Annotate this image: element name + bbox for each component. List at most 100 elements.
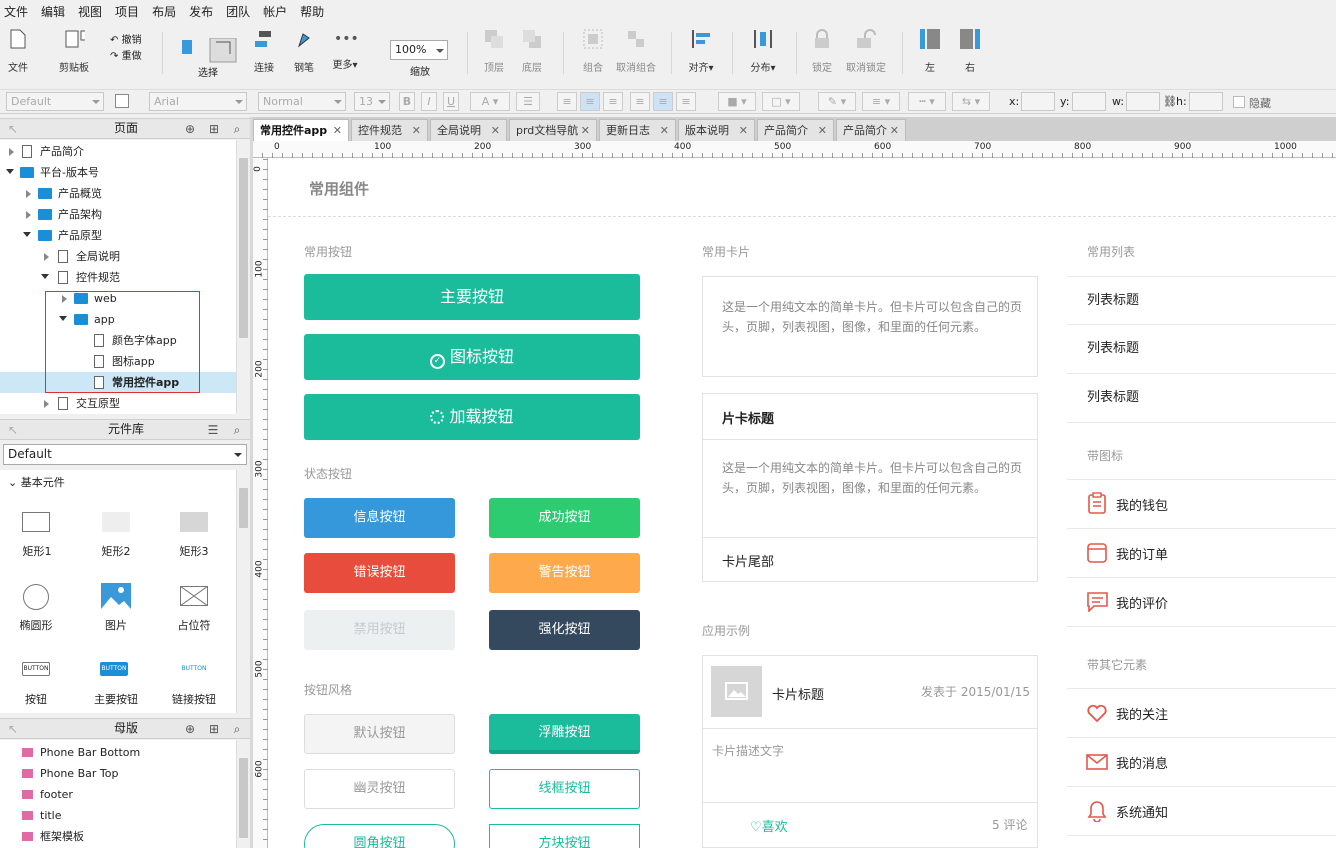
raised-button[interactable]: 浮雕按钮	[489, 714, 640, 754]
expand-icon[interactable]	[44, 400, 49, 408]
tree-item-prototype[interactable]: 产品原型	[0, 225, 236, 246]
undo-button[interactable]: ↶ 撤销	[110, 31, 142, 46]
list-item-notify[interactable]: 系统通知	[1067, 787, 1336, 836]
tree-item-interaction[interactable]: 交互原型	[0, 393, 236, 414]
menu-view[interactable]: 视图	[78, 3, 102, 20]
close-icon[interactable]: ✕	[739, 120, 748, 141]
shadow-button[interactable]: □ ▾	[762, 92, 800, 111]
library-select[interactable]: Default	[3, 444, 247, 465]
tree-item-product-intro[interactable]: 产品简介	[0, 141, 236, 162]
tab-product-intro-2[interactable]: 产品简介 ✕	[836, 119, 906, 141]
collapse-icon[interactable]: ↖	[6, 722, 20, 736]
tab-prd-nav[interactable]: prd文档导航 ✕	[509, 119, 597, 141]
tab-changelog[interactable]: 更新日志 ✕	[599, 119, 676, 141]
collapse-icon[interactable]	[23, 232, 31, 237]
collapse-icon[interactable]: ↖	[6, 423, 20, 437]
menu-edit[interactable]: 编辑	[41, 3, 65, 20]
pages-scrollbar[interactable]	[236, 140, 250, 414]
tab-common-controls[interactable]: 常用控件app ✕	[253, 119, 349, 141]
master-item[interactable]: 框架模板	[0, 826, 236, 847]
y-field[interactable]	[1072, 92, 1106, 111]
widget-image-icon[interactable]	[101, 583, 131, 609]
close-icon[interactable]: ✕	[818, 120, 827, 141]
list-item-messages[interactable]: 我的消息	[1067, 738, 1336, 787]
widget-button[interactable]: BUTTON	[22, 662, 50, 676]
error-button[interactable]: 错误按钮	[304, 553, 455, 593]
close-icon[interactable]: ✕	[660, 120, 669, 141]
redo-button[interactable]: ↷ 重做	[110, 47, 142, 62]
file-button[interactable]: 文件	[6, 28, 30, 74]
list-item[interactable]: 列表标题	[1067, 374, 1336, 423]
master-item[interactable]: Phone Bar Top	[0, 763, 236, 784]
master-item[interactable]: Phone Bar Bottom	[0, 742, 236, 763]
loading-button[interactable]: 加载按钮	[304, 394, 640, 440]
close-icon[interactable]: ✕	[491, 120, 500, 141]
align-right-text-button[interactable]: ≡	[603, 92, 623, 111]
align-left-text-button[interactable]: ≡	[557, 92, 577, 111]
connect-button[interactable]: 连接	[252, 28, 276, 74]
align-left-button[interactable]: 左	[918, 28, 942, 74]
info-button[interactable]: 信息按钮	[304, 498, 455, 538]
scroll-thumb[interactable]	[239, 488, 248, 528]
x-field[interactable]	[1021, 92, 1055, 111]
font-color-button[interactable]: A ▾	[470, 92, 510, 111]
align-center-text-button[interactable]: ≡	[580, 92, 600, 111]
select-button[interactable]: 选择	[178, 37, 238, 79]
hide-checkbox[interactable]	[1233, 96, 1245, 108]
collapse-icon[interactable]: ↖	[6, 122, 20, 136]
collapse-icon[interactable]	[41, 274, 49, 279]
tab-version[interactable]: 版本说明 ✕	[678, 119, 755, 141]
expand-icon[interactable]	[26, 190, 31, 198]
ungroup-button[interactable]: 取消组合	[616, 28, 656, 74]
align-button[interactable]: 对齐▾	[686, 28, 716, 74]
add-page-icon[interactable]: ⊕	[183, 122, 197, 136]
tab-product-intro[interactable]: 产品简介 ✕	[757, 119, 834, 141]
font-select[interactable]: Arial	[149, 92, 247, 111]
list-item[interactable]: 列表标题	[1067, 277, 1336, 325]
more-button[interactable]: ••• 更多▾	[330, 28, 360, 71]
tree-item-global[interactable]: 全局说明	[0, 246, 236, 267]
add-master-icon[interactable]: ⊕	[183, 722, 197, 736]
round-button[interactable]: 圆角按钮	[304, 824, 455, 848]
format-painter-icon[interactable]	[115, 94, 129, 108]
line-style-button[interactable]: ┅ ▾	[908, 92, 946, 111]
h-field[interactable]	[1189, 92, 1223, 111]
font-size-select[interactable]: 13	[354, 92, 390, 111]
list-item[interactable]: 列表标题	[1067, 325, 1336, 374]
masters-scrollbar[interactable]	[236, 740, 250, 848]
bullet-list-button[interactable]: ☰	[516, 92, 540, 111]
search-icon[interactable]: ⌕	[230, 722, 244, 736]
design-canvas[interactable]: 常用组件 常用按钮 主要按钮 ✓ 图标按钮 加载按钮 状态按钮 信息按钮 成功按…	[268, 158, 1336, 848]
align-right-button[interactable]: 右	[958, 28, 982, 74]
disabled-button[interactable]: 禁用按钮	[304, 610, 455, 650]
ghost-button[interactable]: 幽灵按钮	[304, 769, 455, 809]
valign-middle-button[interactable]: ≡	[653, 92, 673, 111]
valign-bottom-button[interactable]: ≡	[676, 92, 696, 111]
master-item[interactable]: title	[0, 805, 236, 826]
search-icon[interactable]: ⌕	[230, 423, 244, 437]
tab-control-spec[interactable]: 控件规范 ✕	[351, 119, 428, 141]
widget-primary-button[interactable]: BUTTON	[100, 662, 128, 676]
font-weight-select[interactable]: Normal	[258, 92, 346, 111]
valign-top-button[interactable]: ≡	[630, 92, 650, 111]
w-field[interactable]	[1126, 92, 1160, 111]
style-select[interactable]: Default	[6, 92, 104, 111]
line-width-button[interactable]: ≡ ▾	[862, 92, 900, 111]
menu-file[interactable]: 文件	[4, 3, 28, 20]
library-scrollbar[interactable]	[236, 470, 250, 713]
tree-item-platform[interactable]: 平台-版本号	[0, 162, 236, 183]
send-to-bottom-button[interactable]: 底层	[520, 28, 544, 74]
widget-placeholder-icon[interactable]	[180, 586, 208, 606]
widget-group-basic[interactable]: ⌄ 基本元件	[8, 474, 65, 490]
bring-to-top-button[interactable]: 顶层	[482, 28, 506, 74]
bold-button[interactable]: B	[399, 92, 415, 111]
scroll-thumb[interactable]	[239, 158, 248, 338]
search-icon[interactable]: ⌕	[230, 122, 244, 136]
list-item-orders[interactable]: 我的订单	[1067, 529, 1336, 578]
menu-team[interactable]: 团队	[226, 3, 250, 20]
add-folder-icon[interactable]: ⊞	[207, 722, 221, 736]
like-button[interactable]: ♡喜欢	[750, 816, 788, 835]
lock-ratio-icon[interactable]: ⛓	[1163, 95, 1177, 108]
primary-button[interactable]: 主要按钮	[304, 274, 640, 320]
zoom-select[interactable]: 100%	[390, 40, 448, 60]
